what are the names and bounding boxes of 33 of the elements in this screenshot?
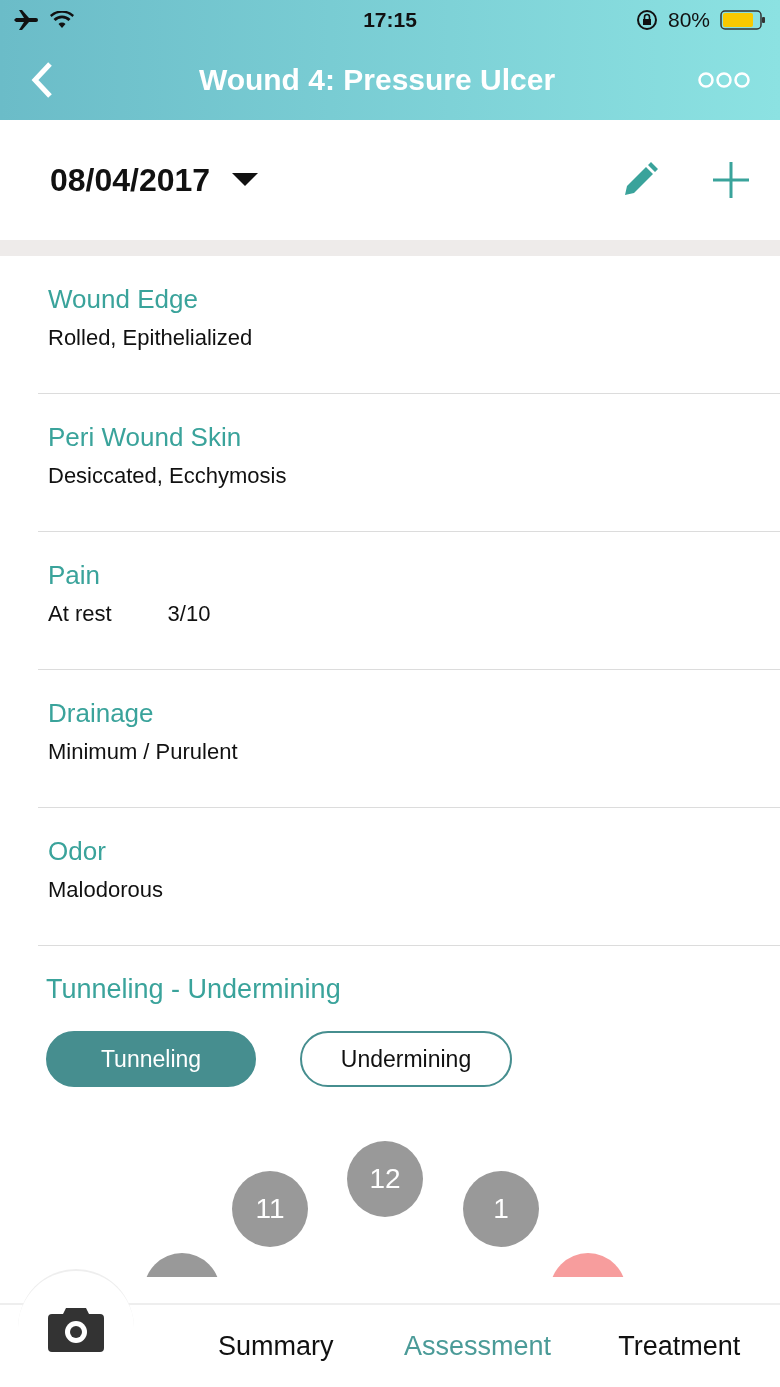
field-label: Odor	[48, 836, 107, 867]
edit-icon[interactable]	[622, 162, 658, 198]
pain-score: 3/10	[167, 601, 211, 627]
status-time: 17:15	[363, 8, 417, 32]
dropdown-caret-icon[interactable]	[232, 173, 259, 187]
field-label: Wound Edge	[48, 284, 199, 315]
section-title: Tunneling - Undermining	[46, 974, 342, 1005]
field-value: Minimum / Purulent	[48, 739, 238, 765]
clock-position-marker[interactable]: 12	[347, 1141, 423, 1217]
field-value: Rolled, Epithelialized	[48, 325, 253, 351]
screen-title: Wound 4: Pressure Ulcer	[197, 63, 557, 97]
field-label: Peri Wound Skin	[48, 422, 243, 453]
bottom-tab[interactable]: Treatment	[578, 1330, 780, 1362]
field-label: Pain	[48, 560, 102, 591]
segment-toggle[interactable]: Undermining	[300, 1031, 512, 1087]
airplane-icon	[14, 9, 40, 31]
bottom-tab[interactable]: Assessment	[376, 1330, 579, 1362]
bottom-tab[interactable]: Summary	[175, 1330, 377, 1362]
wifi-icon	[50, 11, 74, 29]
segment-toggle[interactable]: Tunneling	[46, 1031, 256, 1087]
battery-icon	[720, 9, 766, 31]
rotation-lock-icon	[635, 9, 658, 31]
more-icon[interactable]	[698, 70, 750, 90]
battery-percent: 80%	[667, 8, 710, 32]
date-selector[interactable]: 08/04/2017	[50, 161, 211, 199]
add-icon[interactable]	[712, 161, 750, 199]
camera-icon[interactable]	[48, 1306, 104, 1352]
field-label: Drainage	[48, 698, 155, 729]
field-value: Malodorous	[48, 877, 163, 903]
clock-position-marker[interactable]: 1	[463, 1171, 539, 1247]
field-value: At rest	[48, 601, 112, 627]
field-value: Desiccated, Ecchymosis	[48, 463, 287, 489]
clock-position-marker[interactable]: 11	[232, 1171, 308, 1247]
